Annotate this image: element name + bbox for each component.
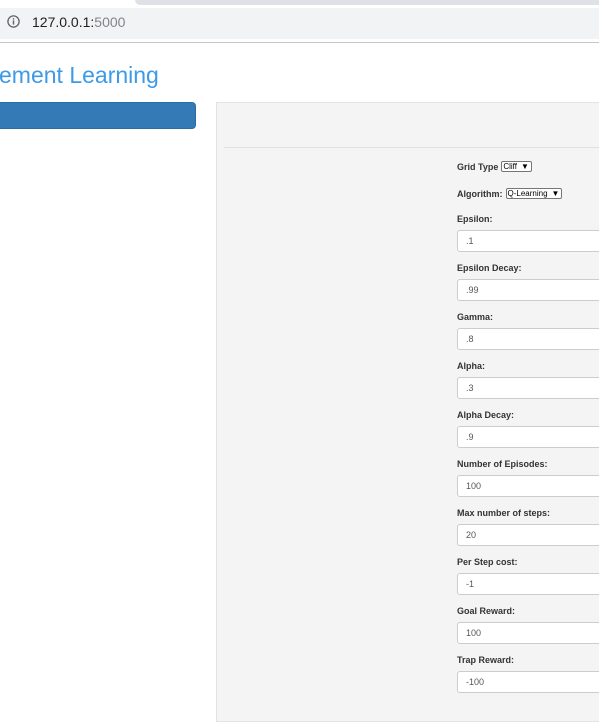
url-host: 127.0.0.1:: [32, 14, 95, 30]
max-steps-input[interactable]: [457, 524, 599, 546]
epsilon-input[interactable]: [457, 230, 599, 252]
dropdown-arrow-icon: ▼: [520, 162, 529, 171]
primary-button[interactable]: [0, 102, 196, 129]
trap-reward-label: Trap Reward:: [457, 655, 515, 665]
goal-reward-label: Goal Reward:: [457, 606, 516, 616]
info-icon[interactable]: [7, 15, 20, 28]
grid-type-select[interactable]: Cliff ▼: [501, 161, 532, 172]
goal-reward-input[interactable]: [457, 622, 599, 644]
algorithm-value: Q-Learning: [507, 189, 548, 198]
panel-divider: [224, 147, 599, 148]
step-cost-input[interactable]: [457, 573, 599, 595]
episodes-input[interactable]: [457, 475, 599, 497]
trap-reward-input[interactable]: [457, 671, 599, 693]
grid-type-row: Grid Type Cliff ▼: [457, 161, 532, 172]
step-cost-label: Per Step cost:: [457, 557, 518, 567]
max-steps-label: Max number of steps:: [457, 508, 551, 518]
algorithm-row: Algorithm: Q-Learning ▼: [457, 188, 563, 199]
gamma-label: Gamma:: [457, 312, 494, 322]
url-port: 5000: [94, 14, 126, 30]
grid-type-value: Cliff: [503, 162, 517, 171]
alpha-decay-input[interactable]: [457, 426, 599, 448]
epsilon-decay-input[interactable]: [457, 279, 599, 301]
gamma-input[interactable]: [457, 328, 599, 350]
alpha-input[interactable]: [457, 377, 599, 399]
alpha-label: Alpha:: [457, 361, 485, 371]
epsilon-decay-label: Epsilon Decay:: [457, 263, 522, 273]
tab-edge: [135, 0, 599, 5]
algorithm-label: Algorithm:: [457, 188, 503, 199]
page-title: ement Learning: [0, 62, 159, 88]
epsilon-label: Epsilon:: [457, 214, 493, 224]
url-text[interactable]: 127.0.0.1:5000: [32, 14, 125, 30]
dropdown-arrow-icon: ▼: [551, 189, 560, 198]
grid-type-label: Grid Type: [457, 161, 499, 172]
toolbar-divider: [0, 42, 599, 43]
episodes-label: Number of Episodes:: [457, 459, 548, 469]
alpha-decay-label: Alpha Decay:: [457, 410, 515, 420]
algorithm-select[interactable]: Q-Learning ▼: [505, 188, 563, 199]
